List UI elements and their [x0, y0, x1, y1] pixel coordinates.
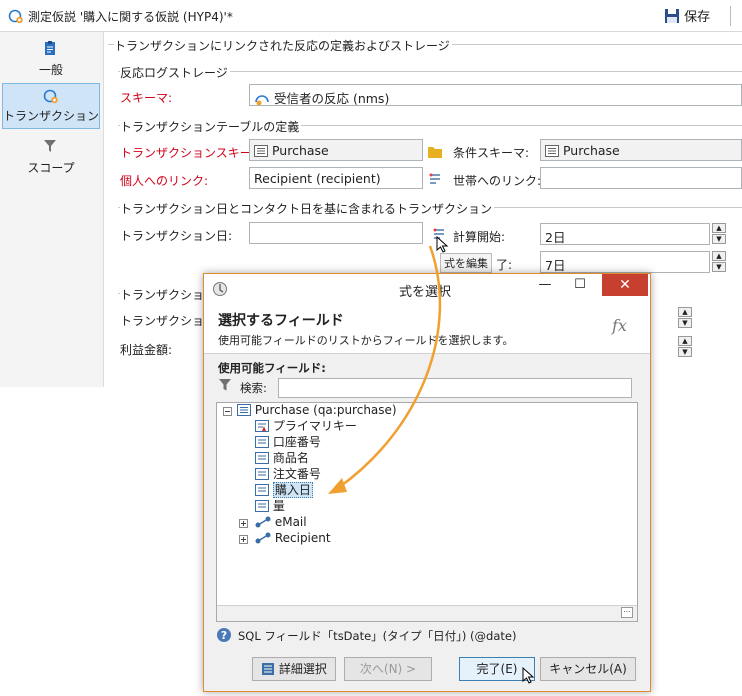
annotation-arrow	[328, 245, 442, 494]
